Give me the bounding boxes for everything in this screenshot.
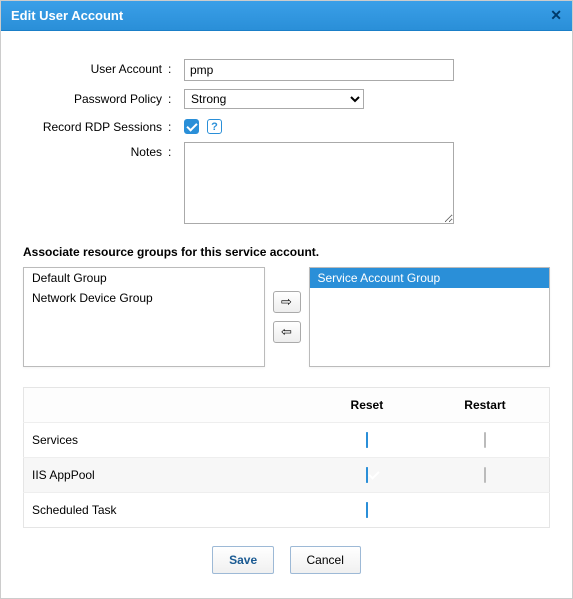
help-icon[interactable]: ? — [207, 119, 222, 134]
associate-heading: Associate resource groups for this servi… — [23, 245, 550, 259]
col-restart: Restart — [421, 388, 550, 423]
password-policy-label: Password Policy — [23, 89, 168, 106]
user-account-label: User Account — [23, 59, 168, 76]
dialog-content: User Account : Password Policy : Strong … — [1, 31, 572, 598]
colon: : — [168, 117, 184, 134]
close-icon[interactable]: ✕ — [550, 7, 562, 24]
row-name: IIS AppPool — [24, 458, 313, 493]
services-reset-checkbox[interactable] — [366, 432, 368, 448]
iis-apppool-restart-checkbox[interactable] — [484, 467, 486, 483]
table-row: Scheduled Task — [24, 493, 550, 528]
record-rdp-checkbox[interactable] — [184, 119, 199, 134]
move-right-button[interactable]: ⇨ — [273, 291, 301, 313]
iis-apppool-reset-checkbox[interactable] — [366, 467, 368, 483]
col-reset: Reset — [313, 388, 421, 423]
row-password-policy: Password Policy : Strong — [23, 89, 550, 109]
row-name: Scheduled Task — [24, 493, 313, 528]
row-notes: Notes : — [23, 142, 550, 227]
button-row: Save Cancel — [23, 528, 550, 584]
arrow-right-icon: ⇨ — [281, 294, 292, 310]
move-left-button[interactable]: ⇦ — [273, 321, 301, 343]
row-user-account: User Account : — [23, 59, 550, 81]
table-row: Services — [24, 423, 550, 458]
col-name — [24, 388, 313, 423]
password-policy-select[interactable]: Strong — [184, 89, 364, 109]
table-row: IIS AppPool — [24, 458, 550, 493]
colon: : — [168, 142, 184, 159]
service-account-table: Reset Restart Services IIS AppPool Sched… — [23, 387, 550, 528]
selected-groups-list[interactable]: Service Account Group — [309, 267, 551, 367]
dialog-title: Edit User Account — [11, 8, 123, 23]
notes-label: Notes — [23, 142, 168, 159]
record-rdp-label: Record RDP Sessions — [23, 117, 168, 134]
list-item[interactable]: Network Device Group — [24, 288, 264, 308]
available-groups-list[interactable]: Default Group Network Device Group — [23, 267, 265, 367]
colon: : — [168, 59, 184, 76]
arrow-left-icon: ⇦ — [281, 324, 292, 340]
move-buttons: ⇨ ⇦ — [273, 291, 301, 343]
scheduled-task-reset-checkbox[interactable] — [366, 502, 368, 518]
row-record-rdp: Record RDP Sessions : ? — [23, 117, 550, 134]
cancel-button[interactable]: Cancel — [290, 546, 361, 574]
user-account-input[interactable] — [184, 59, 454, 81]
dual-list: Default Group Network Device Group ⇨ ⇦ S… — [23, 267, 550, 367]
row-name: Services — [24, 423, 313, 458]
list-item[interactable]: Default Group — [24, 268, 264, 288]
notes-textarea[interactable] — [184, 142, 454, 224]
save-button[interactable]: Save — [212, 546, 274, 574]
title-bar: Edit User Account ✕ — [1, 1, 572, 31]
colon: : — [168, 89, 184, 106]
edit-user-account-dialog: Edit User Account ✕ User Account : Passw… — [0, 0, 573, 599]
list-item[interactable]: Service Account Group — [310, 268, 550, 288]
services-restart-checkbox[interactable] — [484, 432, 486, 448]
